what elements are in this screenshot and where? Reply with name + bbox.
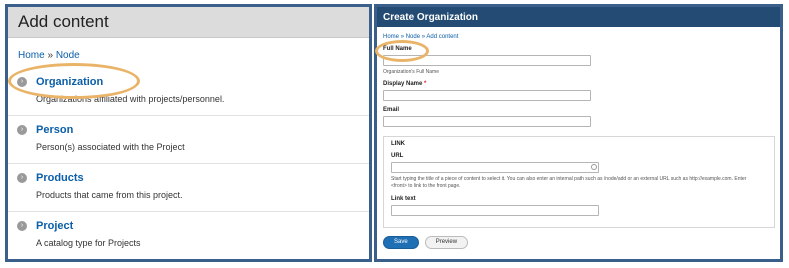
- content-type-description: Organizations affiliated with projects/p…: [36, 94, 225, 104]
- full-name-label: Full Name: [383, 46, 412, 52]
- content-type-person[interactable]: › Person Person(s) associated with the P…: [8, 116, 369, 164]
- link-text-label: Link text: [391, 196, 416, 202]
- breadcrumb-node-link[interactable]: Node: [406, 34, 420, 40]
- content-type-description: Products that came from this project.: [36, 190, 183, 200]
- breadcrumb: Home » Node » Add content: [383, 34, 774, 40]
- chevron-right-icon: ›: [17, 221, 27, 231]
- breadcrumb-separator: »: [47, 50, 54, 61]
- email-input[interactable]: [383, 116, 591, 127]
- display-name-input[interactable]: [383, 90, 591, 101]
- breadcrumb-separator: »: [400, 34, 405, 40]
- content-type-description: Person(s) associated with the Project: [36, 142, 185, 152]
- url-input-wrapper: [391, 162, 599, 173]
- full-name-input[interactable]: [383, 55, 591, 66]
- link-fieldset: LINK URL Start typing the title of a pie…: [383, 136, 775, 228]
- add-content-panel: Add content Home » Node › Organization O…: [5, 4, 372, 262]
- url-input[interactable]: [391, 162, 599, 173]
- content-type-products[interactable]: › Products Products that came from this …: [8, 164, 369, 212]
- content-type-title-link[interactable]: Project: [36, 220, 359, 232]
- content-type-description: A catalog type for Projects: [36, 238, 141, 248]
- chevron-right-icon: ›: [17, 77, 27, 87]
- create-organization-panel: Create Organization Home » Node » Add co…: [374, 4, 783, 262]
- url-help: Start typing the title of a piece of con…: [391, 176, 747, 189]
- chevron-right-icon: ›: [17, 125, 27, 135]
- form-actions: Save Preview: [383, 236, 774, 249]
- page-title: Add content: [8, 7, 369, 38]
- link-legend: LINK: [391, 141, 405, 147]
- link-text-input[interactable]: [391, 205, 599, 216]
- required-mark: *: [424, 81, 427, 87]
- breadcrumb-separator: »: [421, 34, 426, 40]
- organization-form: Home » Node » Add content Full Name Orga…: [377, 27, 780, 249]
- preview-button[interactable]: Preview: [424, 236, 469, 249]
- full-name-help: Organization's Full Name: [383, 69, 439, 75]
- content-type-organization[interactable]: › Organization Organizations affiliated …: [8, 68, 369, 116]
- email-label: Email: [383, 107, 400, 113]
- content-type-title-link[interactable]: Products: [36, 172, 359, 184]
- breadcrumb-home-link[interactable]: Home: [18, 50, 45, 61]
- autocomplete-throbber-icon: [591, 164, 597, 170]
- url-label: URL: [391, 153, 404, 159]
- breadcrumb-node-link[interactable]: Node: [56, 50, 80, 61]
- display-name-label-text: Display Name: [383, 81, 423, 87]
- display-name-label: Display Name *: [383, 81, 774, 87]
- breadcrumb-home-link[interactable]: Home: [383, 34, 399, 40]
- content-type-title-link[interactable]: Person: [36, 124, 359, 136]
- breadcrumb: Home » Node: [8, 38, 369, 68]
- content-type-title-link[interactable]: Organization: [36, 76, 359, 88]
- breadcrumb-add-content-link[interactable]: Add content: [426, 34, 458, 40]
- form-title: Create Organization: [377, 7, 780, 27]
- chevron-right-icon: ›: [17, 173, 27, 183]
- save-button[interactable]: Save: [383, 236, 419, 249]
- content-type-project[interactable]: › Project A catalog type for Projects: [8, 212, 369, 259]
